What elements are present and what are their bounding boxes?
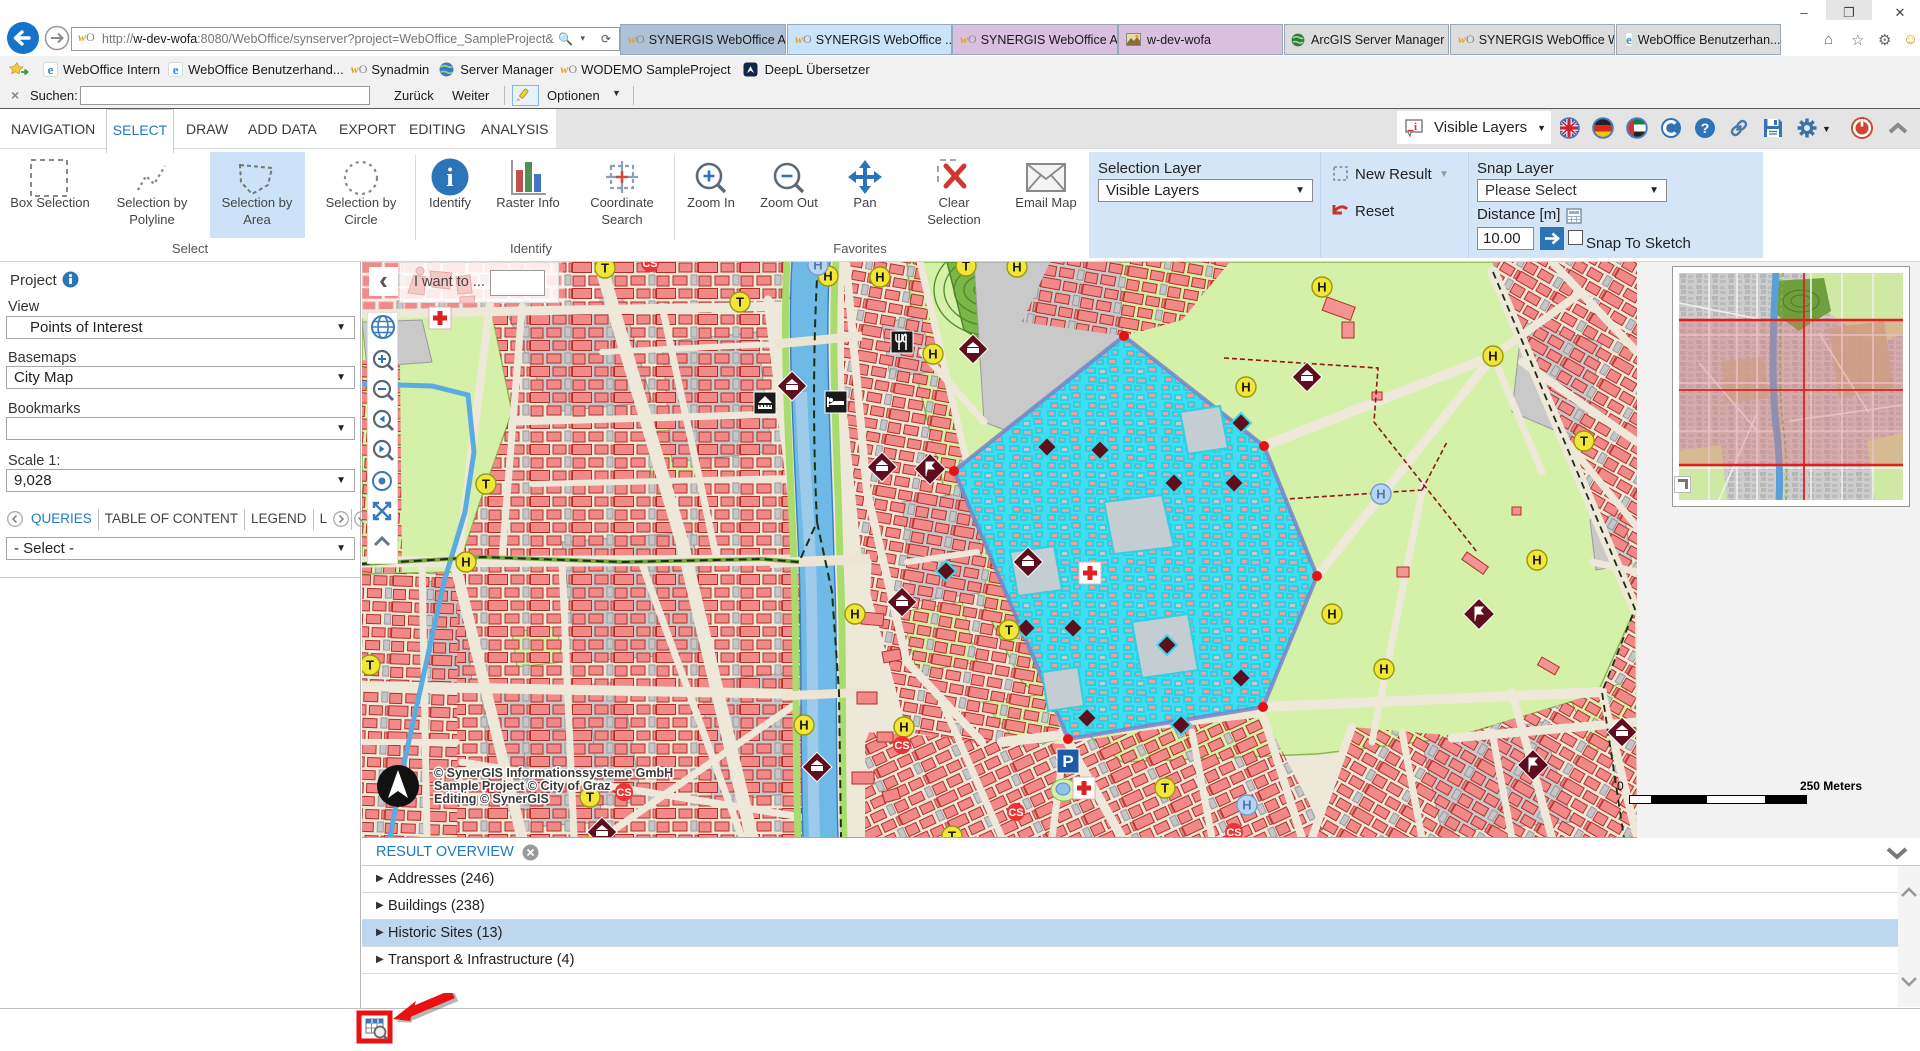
svg-text:H: H <box>461 555 470 570</box>
svg-text:H: H <box>1242 798 1251 813</box>
svg-text:H: H <box>928 347 937 362</box>
svg-text:H: H <box>1241 380 1250 395</box>
svg-text:CS: CS <box>642 262 657 270</box>
svg-text:H: H <box>850 607 859 622</box>
svg-text:CS: CS <box>1008 807 1023 819</box>
svg-text:T: T <box>948 829 956 839</box>
svg-text:CS: CS <box>1226 827 1241 838</box>
svg-text:i: i <box>446 163 453 192</box>
svg-text:H: H <box>1012 262 1021 275</box>
svg-text:T: T <box>482 477 490 492</box>
svg-text:H: H <box>799 718 808 733</box>
svg-text:T: T <box>601 262 609 276</box>
svg-text:H: H <box>813 262 822 273</box>
svg-text:H: H <box>1317 280 1326 295</box>
svg-text:Sample Project © City of Graz: Sample Project © City of Graz <box>434 779 611 793</box>
svg-text:T: T <box>1580 434 1588 449</box>
svg-text:Editing © SynerGIS: Editing © SynerGIS <box>434 792 549 806</box>
svg-text:H: H <box>899 720 908 735</box>
svg-text:H: H <box>1379 662 1388 677</box>
svg-text:CS: CS <box>616 787 631 799</box>
svg-text:T: T <box>1161 781 1169 796</box>
svg-text:P: P <box>1062 752 1073 771</box>
svg-text:H: H <box>1532 553 1541 568</box>
svg-text:T: T <box>366 658 374 673</box>
svg-text:CS: CS <box>894 740 909 752</box>
svg-text:T: T <box>1005 623 1013 638</box>
svg-text:H: H <box>1327 607 1336 622</box>
svg-text:i: i <box>1414 121 1417 133</box>
svg-text:▼: ▼ <box>1822 124 1831 134</box>
svg-text:H: H <box>1488 349 1497 364</box>
svg-text:?: ? <box>1701 120 1710 136</box>
svg-text:H: H <box>1376 487 1385 502</box>
svg-text:H: H <box>875 270 884 285</box>
svg-text:T: T <box>736 295 744 310</box>
svg-text:© SynerGIS Informationssysteme: © SynerGIS Informationssysteme GmbH <box>434 766 673 780</box>
svg-text:T: T <box>962 262 970 274</box>
